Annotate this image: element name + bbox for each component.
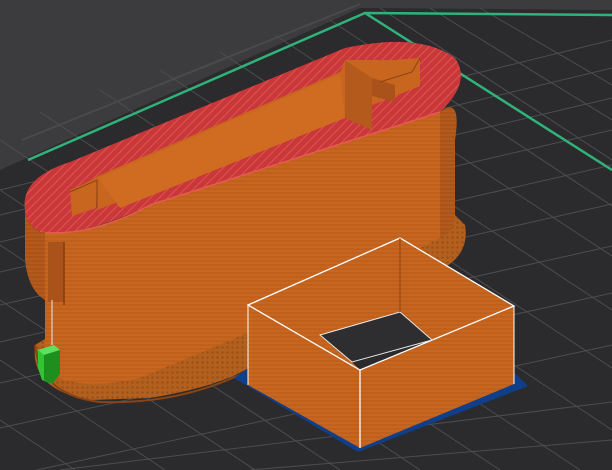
3d-viewport[interactable] xyxy=(0,0,612,470)
scene[interactable] xyxy=(0,0,612,470)
